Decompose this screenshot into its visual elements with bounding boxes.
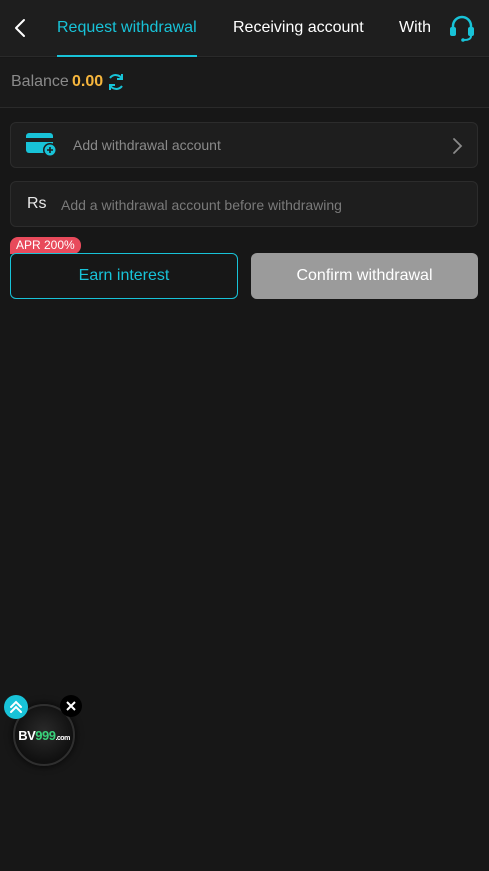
tab-withdrawal-records-label: With [399,19,431,36]
top-navigation-bar: Request withdrawal Receiving account Wit… [0,0,489,57]
chevron-left-icon [15,19,25,37]
balance-row: Balance 0.00 [0,58,489,108]
chevron-right-icon [453,138,463,154]
withdrawal-amount-input[interactable] [61,190,461,220]
tab-request-withdrawal[interactable]: Request withdrawal [57,0,197,57]
active-tab-underline [57,55,197,57]
brand-suffix: .com [55,734,70,742]
withdrawal-amount-field: Rs [10,181,478,227]
headset-icon [450,15,474,42]
expand-widget-button[interactable] [4,695,28,719]
card-add-icon [26,133,57,157]
add-withdrawal-account-label: Add withdrawal account [73,137,221,153]
brand-number: 999 [35,727,56,743]
tab-withdrawal-records[interactable]: With [399,0,431,57]
apr-badge: APR 200% [10,237,81,254]
earn-interest-button[interactable]: Earn interest [10,253,238,299]
close-icon [66,701,76,711]
currency-label: Rs [27,195,47,212]
refresh-icon[interactable] [106,72,126,92]
tab-receiving-account[interactable]: Receiving account [233,0,364,57]
customer-support-button[interactable] [445,11,479,45]
brand-logo: BV999.com [18,728,70,743]
brand-prefix: BV [18,727,36,743]
balance-label: Balance [11,73,69,90]
tab-request-withdrawal-label: Request withdrawal [57,19,197,36]
confirm-withdrawal-button[interactable]: Confirm withdrawal [251,253,478,299]
tab-receiving-account-label: Receiving account [233,19,364,36]
close-widget-button[interactable] [60,695,82,717]
double-chevron-up-icon [10,700,22,713]
add-withdrawal-account-row[interactable]: Add withdrawal account [10,122,478,168]
back-button[interactable] [8,14,32,42]
balance-value: 0.00 [72,73,104,90]
